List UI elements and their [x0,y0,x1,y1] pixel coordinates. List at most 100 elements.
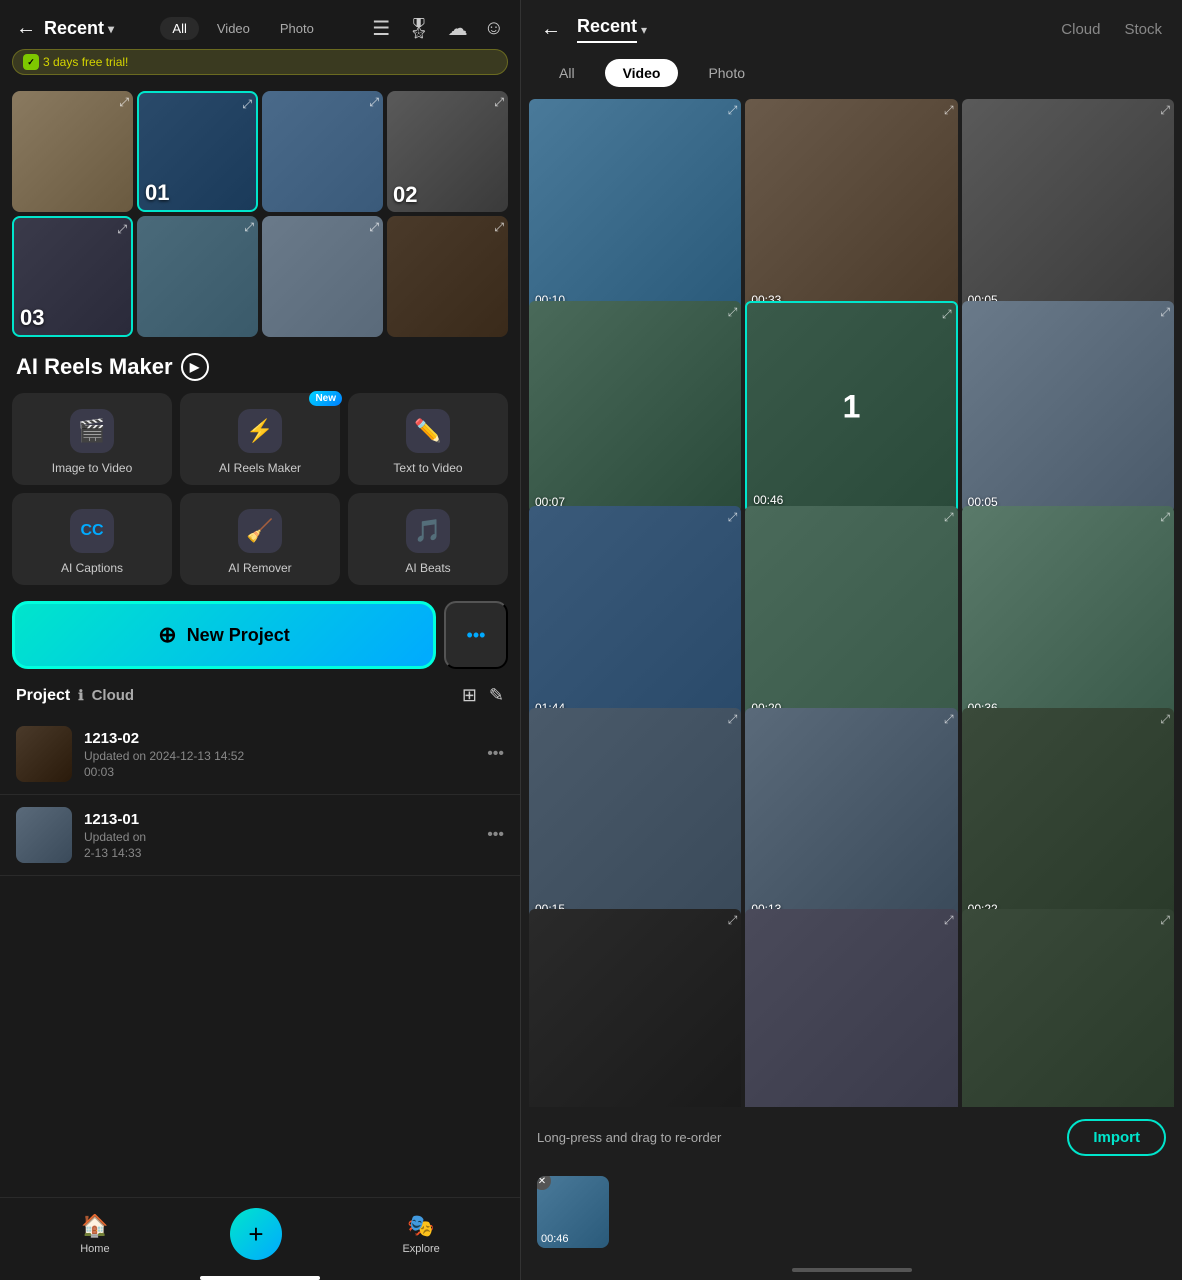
back-icon[interactable]: ← [16,17,36,40]
video-thumb-1[interactable]: 00:10 ⤢ [529,99,741,311]
ai-reels-title: AI Reels Maker ▶ [0,345,520,385]
ai-beats-label: AI Beats [405,561,450,575]
filter-tabs: All Video Photo [521,55,1182,99]
ai-remover-btn[interactable]: 🧹 AI Remover [180,493,340,585]
video-thumb-11[interactable]: 00:13 ⤢ [745,708,957,920]
filter-photo[interactable]: Photo [690,59,763,87]
stock-link[interactable]: Stock [1124,21,1162,38]
tab-video[interactable]: Video [205,17,262,40]
thumb-item[interactable]: ⤢ [137,216,258,337]
expand-icon: ⤢ [728,712,738,727]
text-to-video-icon: ✏️ [406,409,450,453]
left-header-left: ← Recent ▾ [16,17,114,40]
expand-icon: ⤢ [494,220,504,235]
tab-photo[interactable]: Photo [268,17,326,40]
image-to-video-btn[interactable]: 🎬 Image to Video [12,393,172,485]
project-thumb-1 [16,726,72,782]
right-title-arrow[interactable]: ▾ [641,23,647,37]
face-icon[interactable]: ☺ [484,17,504,40]
info-icon[interactable]: ℹ [78,687,83,704]
free-trial-row: ✓ 3 days free trial! [0,49,520,83]
title-dropdown-arrow[interactable]: ▾ [108,22,114,36]
video-thumb-4[interactable]: 00:07 ⤢ [529,301,741,513]
video-thumb-13[interactable]: ⤢ [529,909,741,1107]
new-badge: New [309,391,342,406]
project-item-2[interactable]: 1213-01 Updated on 2-13 14:33 ••• [0,795,520,876]
expand-icon: ⤢ [369,95,379,110]
ai-beats-btn[interactable]: 🎵 AI Beats [348,493,508,585]
video-thumb-15[interactable]: ⤢ [962,909,1174,1107]
thumb-item[interactable]: 02 ⤢ [387,91,508,212]
video-thumb-14[interactable]: ⤢ [745,909,957,1107]
ai-captions-btn[interactable]: CC AI Captions [12,493,172,585]
free-trial-badge[interactable]: ✓ 3 days free trial! [12,49,508,75]
expand-icon: ⤢ [1160,305,1170,320]
video-num-5: 1 [843,388,861,425]
thumb-item[interactable]: ⤢ [262,216,383,337]
project-item-1[interactable]: 1213-02 Updated on 2024-12-13 14:52 00:0… [0,714,520,795]
nav-explore[interactable]: 🎭 Explore [402,1213,439,1255]
left-title: Recent ▾ [44,18,114,39]
filter-all[interactable]: All [541,59,593,87]
more-dots: ••• [467,625,486,646]
home-label: Home [80,1243,109,1255]
award-icon[interactable]: 🎖 [406,16,431,41]
new-project-label: New Project [187,625,290,646]
nav-add-button[interactable]: + [230,1208,282,1260]
thumb-item[interactable]: 03 ⤢ [12,216,133,337]
project-info-2: 1213-01 Updated on 2-13 14:33 [84,811,475,860]
right-panel: ← Recent ▾ Cloud Stock All Video Photo 0… [521,0,1182,1280]
home-indicator [200,1276,320,1280]
cloud-icon[interactable]: ☁ [448,16,468,41]
thumb-item[interactable]: ⤢ [12,91,133,212]
thumb-item[interactable]: ⤢ [262,91,383,212]
expand-icon: ⤢ [494,95,504,110]
project-more-icon-2[interactable]: ••• [487,826,504,844]
video-thumb-9[interactable]: 00:36 ⤢ [962,506,1174,718]
explore-label: Explore [402,1243,439,1255]
ai-beats-icon: 🎵 [406,509,450,553]
left-header: ← Recent ▾ All Video Photo ☰ 🎖 ☁ ☺ [0,0,520,49]
video-thumb-8[interactable]: 00:20 ⤢ [745,506,957,718]
new-project-button[interactable]: ⊕ New Project [12,601,436,669]
feature-grid: 🎬 Image to Video New ⚡ AI Reels Maker ✏️… [0,385,520,593]
more-button[interactable]: ••• [444,601,508,669]
left-tab-pills: All Video Photo [160,17,325,40]
video-thumb-6[interactable]: 00:05 ⤢ [962,301,1174,513]
edit-icon[interactable]: ✎ [489,685,504,706]
filter-video[interactable]: Video [605,59,679,87]
ai-remover-label: AI Remover [228,561,291,575]
video-thumb-10[interactable]: 00:15 ⤢ [529,708,741,920]
thumb-number: 02 [393,182,417,208]
thumb-item[interactable]: ⤢ [387,216,508,337]
projects-actions: ⊞ ✎ [462,685,504,706]
video-thumb-5[interactable]: 1 00:46 ⤢ [745,301,957,513]
project-updated-1: Updated on 2024-12-13 14:52 [84,749,475,763]
expand-icon: ⤢ [728,305,738,320]
text-to-video-btn[interactable]: ✏️ Text to Video [348,393,508,485]
thumb-number: 01 [145,180,169,206]
expand-icon: ⤢ [728,103,738,118]
tab-all[interactable]: All [160,17,198,40]
selected-clip-1[interactable]: ✕ 00:46 [537,1176,609,1248]
selected-clip-duration: 00:46 [541,1233,569,1245]
video-thumb-7[interactable]: 01:44 ⤢ [529,506,741,718]
nav-home[interactable]: 🏠 Home [80,1213,109,1255]
new-project-row: ⊕ New Project ••• [0,593,520,677]
grid-icon[interactable]: ⊞ [462,685,477,706]
expand-icon: ⤢ [1160,103,1170,118]
play-circle-icon[interactable]: ▶ [181,353,209,381]
import-button[interactable]: Import [1067,1119,1166,1156]
thumb-item[interactable]: 01 ⤢ [137,91,258,212]
image-to-video-icon: 🎬 [70,409,114,453]
right-back-icon[interactable]: ← [541,18,561,41]
expand-icon: ⤢ [242,97,252,112]
video-thumb-2[interactable]: 00:33 ⤢ [745,99,957,311]
video-thumb-12[interactable]: 00:22 ⤢ [962,708,1174,920]
filter-icon[interactable]: ☰ [372,16,390,41]
video-thumb-3[interactable]: 00:05 ⤢ [962,99,1174,311]
ai-reels-maker-btn[interactable]: New ⚡ AI Reels Maker [180,393,340,485]
project-more-icon-1[interactable]: ••• [487,745,504,763]
expand-icon: ⤢ [1160,712,1170,727]
cloud-link[interactable]: Cloud [1061,21,1100,38]
